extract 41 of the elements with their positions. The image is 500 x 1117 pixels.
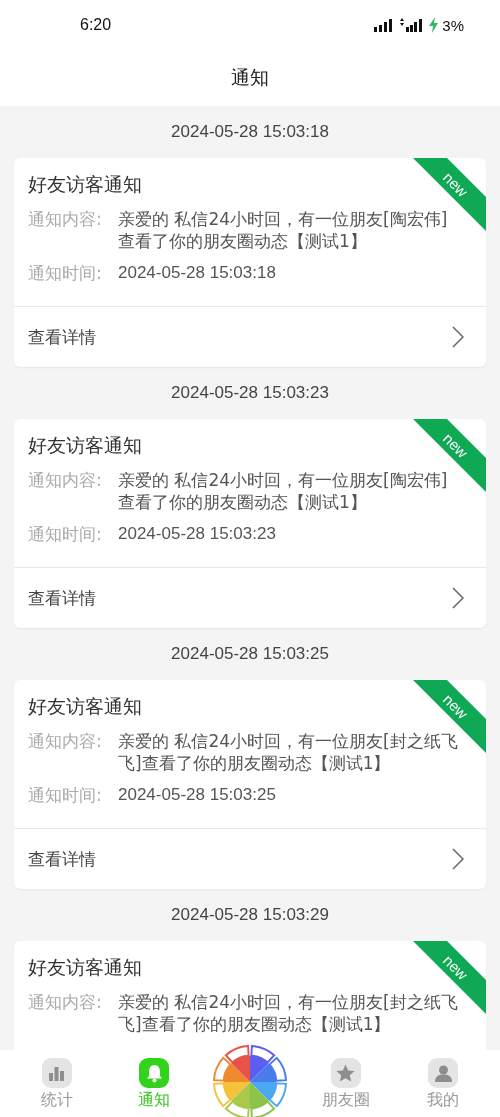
star-icon: [330, 1058, 361, 1088]
notification-time: 2024-05-28 15:03:23: [118, 523, 276, 545]
notification-content: 亲爱的 私信24小时回，有一位朋友[封之纸飞飞]查看了你的朋友圈动态【测试1】: [118, 730, 459, 774]
field-label: 通知内容:: [28, 991, 103, 1014]
charging-icon: [429, 17, 439, 33]
field-label: 通知内容:: [28, 208, 103, 231]
field-label: 通知内容:: [28, 730, 103, 753]
view-details-link[interactable]: 查看详情: [28, 325, 96, 349]
timestamp: 2024-05-28 15:03:25: [171, 644, 329, 664]
notification-title: 好友访客通知: [28, 172, 142, 197]
chevron-right-icon: [452, 326, 464, 348]
field-label: 通知时间:: [28, 523, 103, 545]
notification-content: 亲爱的 私信24小时回，有一位朋友[陶宏伟]查看了你的朋友圈动态【测试1】: [118, 469, 449, 513]
tab-item[interactable]: 朋友圈: [305, 1050, 386, 1112]
view-details-link[interactable]: 查看详情: [28, 847, 96, 871]
status-time: 6:20: [80, 16, 112, 34]
battery-level: 3%: [442, 16, 464, 34]
notification-content: 亲爱的 私信24小时回，有一位朋友[陶宏伟]查看了你的朋友圈动态【测试1】: [118, 208, 449, 252]
timestamp: 2024-05-28 15:03:23: [171, 383, 329, 403]
notification-title: 好友访客通知: [28, 955, 142, 980]
bell-icon: [139, 1058, 170, 1088]
field-label: 通知时间:: [28, 262, 103, 284]
notification-time: 2024-05-28 15:03:25: [118, 784, 276, 806]
bar-chart-icon: [41, 1058, 72, 1088]
timestamp: 2024-05-28 15:03:29: [171, 905, 329, 925]
notification-time: 2024-05-28 15:03:18: [118, 262, 276, 284]
page-title: 通知: [231, 65, 269, 90]
view-details-link[interactable]: 查看详情: [28, 586, 96, 610]
notification-title: 好友访客通知: [28, 433, 142, 458]
chevron-right-icon: [452, 587, 464, 609]
person-icon: [428, 1058, 459, 1088]
timestamp: 2024-05-28 15:03:18: [171, 122, 329, 142]
chevron-right-icon: [452, 848, 464, 870]
field-label: 通知内容:: [28, 469, 103, 492]
tab-item[interactable]: 我的: [403, 1050, 484, 1112]
notification-content: 亲爱的 私信24小时回，有一位朋友[封之纸飞飞]查看了你的朋友圈动态【测试1】: [118, 991, 459, 1035]
color-wheel-button[interactable]: [212, 1044, 288, 1117]
tab-item[interactable]: 通知: [114, 1050, 195, 1112]
field-label: 通知时间:: [28, 784, 103, 806]
tab-item[interactable]: 统计: [16, 1050, 97, 1112]
notification-title: 好友访客通知: [28, 694, 142, 719]
